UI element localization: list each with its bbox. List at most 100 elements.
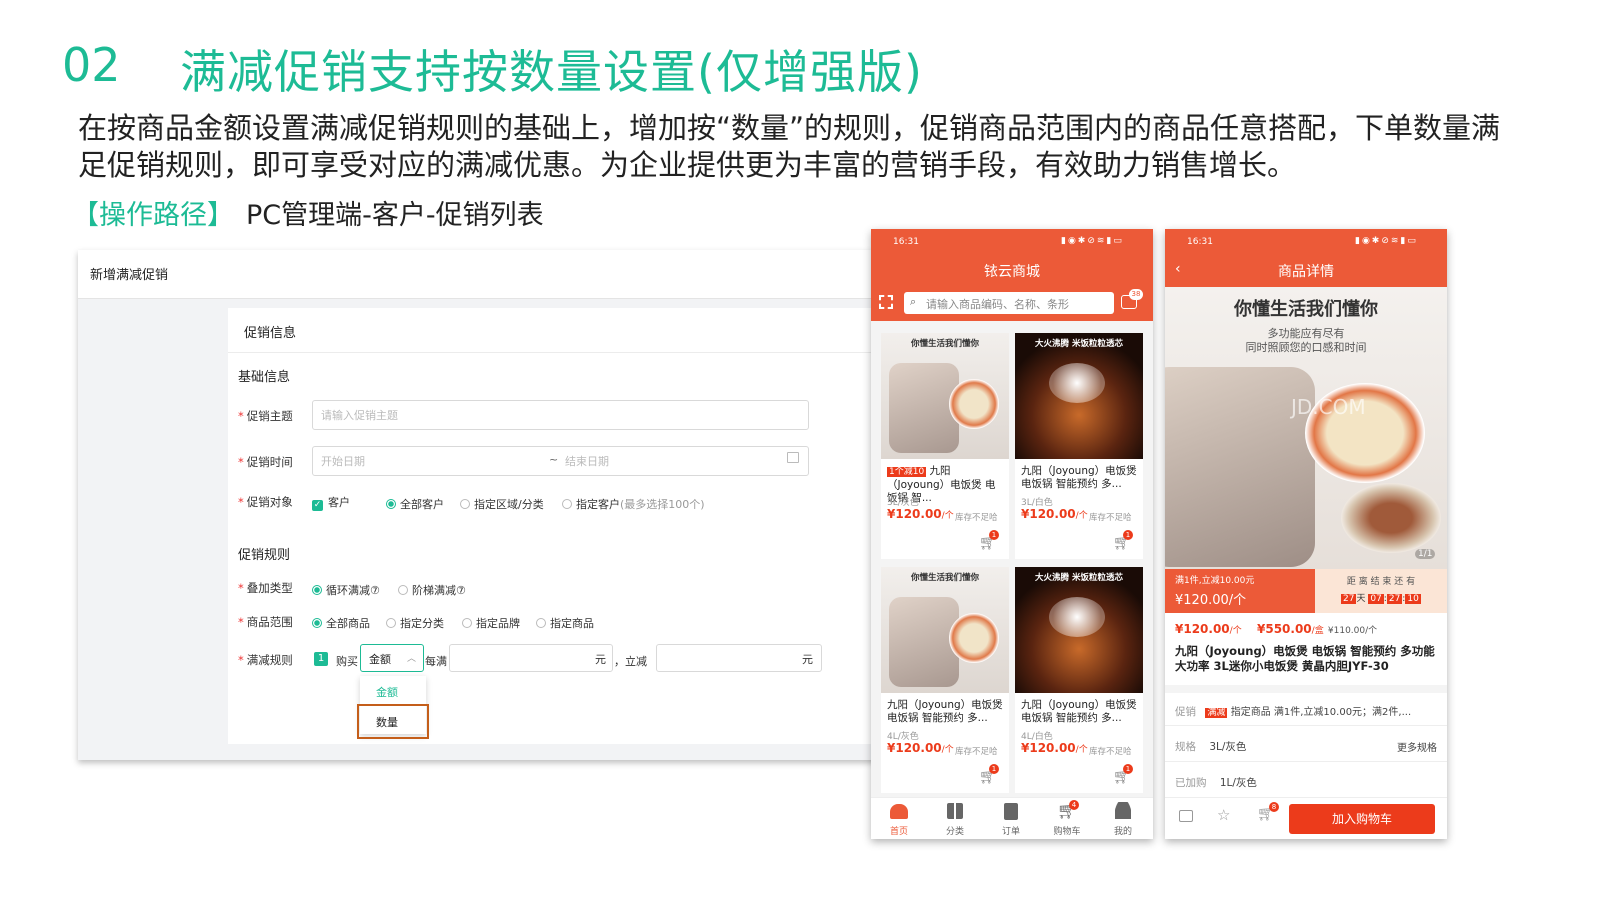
added-row: 已加购 1L/灰色 bbox=[1175, 777, 1257, 789]
select-value: 金额 bbox=[369, 653, 391, 666]
mall-header: 16:31 ▮◉✱⊘≋▮▭ 铱云商城 ⌕ 请输入商品编码、名称、条形 38 bbox=[871, 229, 1153, 321]
product-image: 大火沸腾 米饭粒粒透芯 bbox=[1015, 333, 1143, 459]
product-card[interactable]: 你懂生活我们懂你 九阳（Joyoung）电饭煲 电饭锅 智能预约 多... 4L… bbox=[881, 567, 1009, 793]
product-card[interactable]: 你懂生活我们懂你 1个减10 九阳（Joyoung）电饭煲 电饭锅 智... 3… bbox=[881, 333, 1009, 559]
scope-option-product[interactable]: 指定商品 bbox=[536, 615, 594, 631]
dropdown-option-quantity[interactable]: 数量 bbox=[376, 714, 398, 730]
status-icons: ▮◉✱⊘≋▮▭ bbox=[1061, 236, 1124, 246]
watermark: JD.COM bbox=[1291, 395, 1366, 419]
banner-text: 你懂生活我们懂你 bbox=[910, 573, 979, 583]
threshold-input[interactable]: 元 bbox=[449, 644, 613, 672]
status-icons: ▮◉✱⊘≋▮▭ bbox=[1355, 236, 1418, 246]
section-number: 02 bbox=[62, 38, 121, 92]
target-option-region[interactable]: 指定区域/分类 bbox=[460, 496, 544, 512]
product-price: ¥120.00/个 bbox=[887, 741, 954, 755]
target-option-all[interactable]: 全部客户 bbox=[386, 496, 444, 512]
date-separator: ~ bbox=[549, 453, 559, 466]
scope-option-brand[interactable]: 指定品牌 bbox=[462, 615, 520, 631]
order-icon[interactable] bbox=[1004, 803, 1018, 820]
basic-info-title: 基础信息 bbox=[238, 370, 291, 385]
promo-bar: 满1件,立减10.00元 ¥120.00/个 bbox=[1165, 569, 1315, 613]
radio-selected-icon bbox=[386, 499, 396, 509]
steam-image bbox=[1049, 597, 1105, 637]
rule-index-badge: 1 bbox=[314, 652, 328, 666]
nav-cart[interactable]: 购物车 bbox=[1047, 824, 1087, 837]
cart-badge: 1 bbox=[989, 764, 999, 774]
target-customer-checkbox[interactable]: ✓ 客户 bbox=[312, 494, 350, 511]
product-hero-image: 你懂生活我们懂你 多功能应有尽有 同时照顾您的口感和时间 JD.COM 1/1 bbox=[1165, 287, 1447, 569]
card-title: 促销信息 bbox=[244, 326, 297, 341]
home-icon[interactable] bbox=[890, 804, 908, 819]
end-date-field[interactable]: 结束日期 bbox=[565, 453, 609, 469]
rule-label: * 满减规则 bbox=[238, 653, 293, 667]
cart-badge: 1 bbox=[1123, 530, 1133, 540]
product-card[interactable]: 大火沸腾 米饭粒粒透芯 九阳（Joyoung）电饭煲 电饭锅 智能预约 多...… bbox=[1015, 333, 1143, 559]
price-box: ¥550.00/盒 ¥110.00/个 bbox=[1257, 622, 1378, 636]
countdown-timer: 27 天 07:27:10 bbox=[1341, 594, 1421, 604]
target-hint: (最多选择100个) bbox=[620, 498, 705, 511]
search-input[interactable]: ⌕ 请输入商品编码、名称、条形 bbox=[904, 292, 1114, 314]
add-to-cart-button[interactable]: 加入购物车 bbox=[1289, 804, 1435, 834]
product-price: ¥120.00/个 bbox=[1021, 741, 1088, 755]
product-card[interactable]: 大火沸腾 米饭粒粒透芯 九阳（Joyoung）电饭煲 电饭锅 智能预约 多...… bbox=[1015, 567, 1143, 793]
calendar-icon[interactable] bbox=[787, 452, 799, 463]
date-range-input[interactable]: 开始日期 ~ 结束日期 bbox=[312, 446, 809, 476]
subject-label: * 促销主题 bbox=[238, 409, 293, 423]
product-name: 九阳（Joyoung）电饭煲 电饭锅 智能预约 多... bbox=[1021, 699, 1137, 724]
chevron-up-icon: ︿ bbox=[407, 654, 417, 664]
radio-icon bbox=[536, 618, 546, 628]
stock-status: 库存不足哈 bbox=[955, 747, 998, 757]
countdown-label: 距 离 结 束 还 有 bbox=[1346, 577, 1416, 587]
spec-row[interactable]: 规格 3L/灰色 更多规格 bbox=[1175, 739, 1437, 754]
product-name: 九阳（Joyoung）电饭煲 电饭锅 智能预约 多功能大功率 3L迷你小电饭煲 … bbox=[1175, 644, 1435, 673]
scope-option-all[interactable]: 全部商品 bbox=[312, 615, 370, 631]
profile-icon[interactable] bbox=[1115, 802, 1131, 819]
rule-type-dropdown: 金额 数量 bbox=[357, 676, 429, 739]
scan-icon[interactable] bbox=[879, 295, 893, 309]
nav-home[interactable]: 首页 bbox=[879, 824, 919, 837]
promo-form-card: 促销信息 基础信息 * 促销主题 请输入促销主题 * 促销时间 开始日期 ~ 结束日… bbox=[228, 308, 898, 744]
rule-type-select[interactable]: 金额 ︿ bbox=[360, 644, 424, 672]
steam-image bbox=[1049, 363, 1105, 403]
radio-selected-icon bbox=[312, 585, 322, 595]
search-icon: ⌕ bbox=[910, 295, 917, 308]
store-icon[interactable] bbox=[1179, 810, 1193, 822]
promo-price: ¥120.00/个 bbox=[1175, 593, 1247, 608]
product-name: 九阳（Joyoung）电饭煲 电饭锅 智能预约 多... bbox=[1021, 465, 1137, 490]
star-icon[interactable]: ☆ bbox=[1217, 806, 1230, 824]
scope-option-category[interactable]: 指定分类 bbox=[386, 615, 444, 631]
promo-rule-text: 满1件,立减10.00元 bbox=[1175, 576, 1255, 586]
product-detail-phone: 16:31 ▮◉✱⊘≋▮▭ ‹ 商品详情 你懂生活我们懂你 多功能应有尽有 同时… bbox=[1165, 229, 1447, 839]
nav-cart-badge: 4 bbox=[1069, 800, 1079, 810]
buy-text: 购买 bbox=[336, 655, 358, 668]
pc-page-header: 新增满减促销 bbox=[78, 250, 898, 299]
nav-category[interactable]: 分类 bbox=[935, 824, 975, 837]
target-label: * 促销对象 bbox=[238, 495, 293, 509]
nav-order[interactable]: 订单 bbox=[991, 824, 1031, 837]
pc-page-title: 新增满减促销 bbox=[90, 268, 169, 283]
mall-title: 铱云商城 bbox=[984, 264, 1040, 280]
category-icon[interactable] bbox=[947, 803, 963, 819]
reduce-amount-input[interactable]: 元 bbox=[656, 644, 822, 672]
reduce-text: ，立减 bbox=[614, 655, 647, 668]
search-placeholder: 请输入商品编码、名称、条形 bbox=[926, 298, 1069, 311]
subject-input[interactable]: 请输入促销主题 bbox=[312, 400, 809, 430]
start-date-field[interactable]: 开始日期 bbox=[321, 455, 365, 468]
countdown-bar: 距 离 结 束 还 有 27 天 07:27:10 bbox=[1315, 569, 1447, 613]
path-text: PC管理端-客户-促销列表 bbox=[246, 200, 544, 231]
stack-option-ladder[interactable]: 阶梯满减⑦ bbox=[398, 582, 466, 598]
promo-row[interactable]: 促销 满减 指定商品 满1件,立减10.00元；满2件,... bbox=[1175, 703, 1437, 719]
divider bbox=[228, 352, 898, 353]
stack-option-cycle[interactable]: 循环满减⑦ bbox=[312, 582, 380, 598]
pc-admin-panel: 新增满减促销 促销信息 基础信息 * 促销主题 请输入促销主题 * 促销时间 开始日… bbox=[78, 250, 898, 760]
target-option-customer[interactable]: 指定客户(最多选择100个) bbox=[562, 496, 705, 512]
banner-text: 大火沸腾 米饭粒粒透芯 bbox=[1035, 339, 1123, 349]
price-single: ¥120.00/个 bbox=[1175, 622, 1242, 636]
more-spec-link[interactable]: 更多规格 bbox=[1397, 739, 1437, 754]
hero-title: 你懂生活我们懂你 bbox=[1234, 299, 1378, 320]
yuan-unit: 元 bbox=[595, 653, 606, 666]
dish-image bbox=[949, 613, 999, 663]
nav-profile[interactable]: 我的 bbox=[1103, 824, 1143, 837]
dropdown-option-amount[interactable]: 金额 bbox=[376, 684, 398, 700]
product-image: 大火沸腾 米饭粒粒透芯 bbox=[1015, 567, 1143, 693]
